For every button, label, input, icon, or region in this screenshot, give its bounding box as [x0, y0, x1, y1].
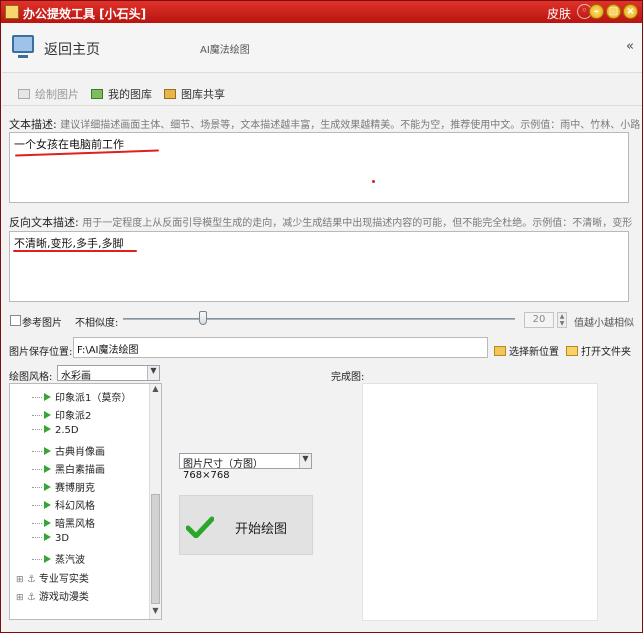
- save-path-input[interactable]: F:\AI魔法绘图: [73, 337, 488, 358]
- tree-group[interactable]: ⊞ ⚓ 游戏动漫类: [16, 588, 89, 603]
- style-select[interactable]: 水彩画 ▼: [57, 365, 160, 382]
- tree-scrollbar[interactable]: ▲ ▼: [149, 384, 161, 619]
- style-tree[interactable]: 印象派1（莫奈） 印象派2 2.5D 古典肖像画 黑白素描画 赛博朋克 科幻风格…: [9, 383, 162, 620]
- similarity-slider[interactable]: [123, 318, 515, 320]
- close-icon[interactable]: ×: [623, 4, 638, 19]
- chevron-down-icon: ▼: [147, 366, 159, 380]
- tree-item[interactable]: 暗黑风格: [32, 515, 95, 530]
- gallery-icon: [91, 89, 103, 99]
- minimize-icon[interactable]: –: [589, 4, 604, 19]
- prompt-label-row: 文本描述: 建议详细描述画面主体、细节、场景等，文本描述越丰富，生成效果越精美。…: [9, 116, 640, 132]
- spin-buttons[interactable]: ▲ ▼: [557, 312, 567, 328]
- arrow-right-icon: [44, 533, 51, 541]
- back-home-link[interactable]: 返回主页: [44, 39, 100, 59]
- chevron-down-icon: ▼: [299, 454, 311, 468]
- arrow-right-icon: [44, 555, 51, 563]
- image-size-select[interactable]: 图片尺寸（方图）768×768 ▼: [179, 453, 312, 481]
- my-gallery-tab[interactable]: 我的图库: [91, 86, 152, 102]
- negative-text: 不清晰,变形,多手,多脚: [14, 237, 124, 250]
- folder-icon: [494, 346, 506, 356]
- expand-icon: ⊞: [16, 575, 24, 585]
- open-folder-button[interactable]: 打开文件夹: [566, 343, 631, 358]
- tree-item[interactable]: 印象派1（莫奈）: [32, 389, 131, 404]
- similarity-suffix: 值越小越相似: [574, 318, 634, 329]
- gallery-share-tab[interactable]: 图库共享: [164, 86, 225, 102]
- open-folder-icon: [566, 346, 578, 356]
- negative-label: 反向文本描述:: [9, 216, 79, 229]
- arrow-right-icon: [44, 447, 51, 455]
- toolbar: 绘制图片 我的图库 图库共享: [2, 80, 642, 106]
- result-preview: [362, 383, 598, 621]
- tree-item[interactable]: 印象派2: [32, 407, 91, 422]
- check-icon: [186, 516, 214, 538]
- tree-item[interactable]: 2.5D: [32, 425, 79, 436]
- arrow-right-icon: [44, 483, 51, 491]
- arrow-right-icon: [44, 501, 51, 509]
- choose-location-button[interactable]: 选择新位置: [494, 343, 559, 358]
- similarity-input[interactable]: 20: [524, 312, 554, 328]
- scroll-thumb[interactable]: [151, 494, 160, 604]
- prompt-hint: 建议详细描述画面主体、细节、场景等，文本描述越丰富，生成效果越精美。不能为空，推…: [60, 120, 641, 131]
- tree-item[interactable]: 黑白素描画: [32, 461, 105, 476]
- arrow-right-icon: [44, 411, 51, 419]
- tree-item[interactable]: 古典肖像画: [32, 443, 105, 458]
- reference-checkbox[interactable]: [10, 315, 21, 326]
- negative-textarea[interactable]: 不清晰,变形,多手,多脚: [9, 231, 629, 302]
- tree-group[interactable]: ⊞ ⚓ 专业写实类: [16, 570, 89, 585]
- collapse-icon[interactable]: «: [626, 39, 634, 54]
- prompt-text: 一个女孩在电脑前工作: [14, 138, 124, 151]
- draw-icon: [18, 89, 30, 99]
- underline-annotation-2: [13, 250, 137, 252]
- scroll-up-icon[interactable]: ▲: [150, 384, 161, 396]
- tree-item[interactable]: 赛博朋克: [32, 479, 95, 494]
- tree-item[interactable]: 3D: [32, 533, 69, 544]
- start-drawing-label: 开始绘图: [235, 522, 288, 537]
- scroll-down-icon[interactable]: ▼: [150, 606, 161, 618]
- skin-button[interactable]: 皮肤: [547, 5, 571, 22]
- page-header: 返回主页 AI魔法绘图 «: [2, 23, 642, 73]
- result-label: 完成图:: [331, 372, 365, 383]
- anchor-icon: ⚓: [26, 592, 36, 603]
- slider-thumb[interactable]: [199, 311, 207, 325]
- style-label: 绘图风格:: [9, 372, 53, 383]
- breadcrumb: AI魔法绘图: [200, 45, 250, 56]
- prompt-textarea[interactable]: 一个女孩在电脑前工作: [9, 132, 629, 203]
- share-icon: [164, 89, 176, 99]
- window-title: 办公提效工具 [小石头]: [23, 7, 147, 21]
- reference-label: 参考图片: [22, 318, 62, 329]
- expand-icon: ⊞: [16, 593, 24, 603]
- tree-item[interactable]: 蒸汽波: [32, 551, 85, 566]
- draw-image-tab[interactable]: 绘制图片: [18, 86, 79, 102]
- arrow-right-icon: [44, 519, 51, 527]
- title-bar: 办公提效工具 [小石头] 皮肤 ◦ – □ ×: [1, 1, 642, 23]
- app-window: 办公提效工具 [小石头] 皮肤 ◦ – □ × 返回主页 AI魔法绘图 « 绘制…: [0, 0, 643, 633]
- negative-label-row: 反向文本描述: 用于一定程度上从反面引导模型生成的走向，减少生成结果中出现描述内…: [9, 214, 632, 230]
- monitor-icon: [12, 35, 34, 58]
- maximize-icon[interactable]: □: [606, 4, 621, 19]
- similarity-label: 不相似度:: [75, 318, 119, 329]
- anchor-icon: ⚓: [26, 574, 36, 585]
- red-dot: [372, 180, 375, 183]
- arrow-right-icon: [44, 465, 51, 473]
- prompt-label: 文本描述:: [9, 118, 57, 131]
- start-drawing-button[interactable]: 开始绘图: [179, 495, 313, 555]
- save-label: 图片保存位置:: [9, 347, 73, 358]
- tree-item[interactable]: 科幻风格: [32, 497, 95, 512]
- negative-hint: 用于一定程度上从反面引导模型生成的走向，减少生成结果中出现描述内容的可能，但不能…: [82, 218, 633, 229]
- arrow-right-icon: [44, 393, 51, 401]
- app-icon: [5, 5, 19, 19]
- arrow-right-icon: [44, 425, 51, 433]
